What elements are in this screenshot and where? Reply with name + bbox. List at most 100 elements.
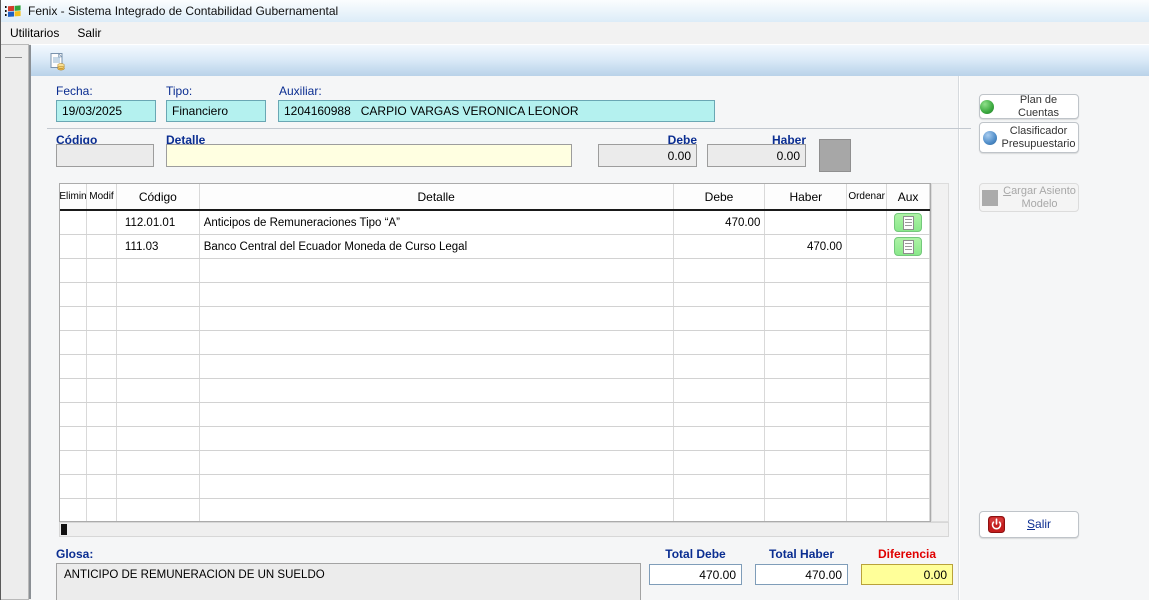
auxiliar-field[interactable]: 1204160988 CARPIO VARGAS VERONICA LEONOR [278,100,715,122]
table-row[interactable] [60,307,930,331]
cell-haber [765,475,847,498]
column-header-5: Haber [765,184,847,209]
document-icon [903,216,914,230]
cell-debe [674,355,766,378]
cell-codigo [117,283,200,306]
cell-modif [87,331,117,354]
table-row[interactable]: 112.01.01Anticipos de Remuneraciones Tip… [60,211,930,235]
column-header-4: Debe [674,184,766,209]
cell-codigo [117,499,200,522]
cell-detalle [200,307,674,330]
cell-elimin [60,211,87,234]
table-row[interactable] [60,331,930,355]
left-collapsed-panel[interactable] [1,44,29,600]
cell-detalle [200,403,674,426]
cell-modif [87,499,117,522]
gray-square-icon [982,190,998,206]
cell-haber [765,211,847,234]
table-row[interactable] [60,499,930,522]
salir-button[interactable]: Salir [979,511,1079,538]
cell-elimin [60,283,87,306]
cell-elimin [60,451,87,474]
toolbar [31,44,1149,76]
table-row[interactable] [60,379,930,403]
table-vertical-scrollbar[interactable] [931,183,949,522]
blue-sphere-icon [983,131,997,145]
app-logo-icon [5,4,22,19]
cell-codigo [117,259,200,282]
cell-debe [674,427,766,450]
table-row[interactable] [60,403,930,427]
cell-detalle [200,427,674,450]
menu-salir[interactable]: Salir [68,23,110,43]
tipo-field[interactable]: Financiero [166,100,266,122]
table-row[interactable]: 111.03Banco Central del Ecuador Moneda d… [60,235,930,259]
cell-detalle [200,259,674,282]
cell-haber [765,451,847,474]
power-icon [988,516,1005,533]
scrollbar-thumb[interactable] [61,524,67,535]
cell-codigo: 112.01.01 [117,211,200,234]
cell-aux [887,355,930,378]
table-row[interactable] [60,283,930,307]
cell-modif [87,259,117,282]
window-title: Fenix - Sistema Integrado de Contabilida… [28,4,338,18]
cell-ordenar [847,307,887,330]
cell-modif [87,451,117,474]
aux-button[interactable] [894,237,922,256]
debe-input[interactable]: 0.00 [598,144,697,167]
plan-de-cuentas-button[interactable]: Plan de Cuentas [979,94,1079,119]
cell-ordenar [847,475,887,498]
detalle-input[interactable] [166,144,572,167]
table-row[interactable] [60,259,930,283]
cell-aux [887,499,930,522]
cell-ordenar [847,235,887,258]
total-haber-field: 470.00 [755,564,848,585]
cell-ordenar [847,211,887,234]
cell-modif [87,427,117,450]
fecha-field[interactable]: 19/03/2025 [56,100,156,122]
cell-aux [887,283,930,306]
glosa-textarea[interactable]: ANTICIPO DE REMUNERACION DE UN SUELDO [56,563,641,600]
table-row[interactable] [60,355,930,379]
table-row[interactable] [60,427,930,451]
cell-aux [887,259,930,282]
new-entry-button[interactable] [45,49,71,74]
codigo-input[interactable] [56,144,154,167]
aux-button[interactable] [894,213,922,232]
table-horizontal-scrollbar[interactable] [59,522,949,537]
splitter-handle[interactable] [5,57,22,58]
haber-input[interactable]: 0.00 [707,144,806,167]
cell-aux [887,211,930,234]
total-haber-label: Total Haber [755,547,848,561]
cell-codigo [117,475,200,498]
cell-haber [765,427,847,450]
cell-haber [765,331,847,354]
cell-elimin [60,355,87,378]
cell-debe [674,379,766,402]
clasificador-presupuestario-button[interactable]: ClasificadorPresupuestario [979,122,1079,153]
cell-elimin [60,379,87,402]
cell-elimin [60,427,87,450]
cell-detalle: Anticipos de Remuneraciones Tipo “A” [200,211,674,234]
document-icon [903,240,914,254]
glosa-label: Glosa: [56,547,93,561]
cargar-asiento-modelo-button[interactable]: Cargar AsientoModelo [979,183,1079,212]
menu-utilitarios[interactable]: Utilitarios [1,23,68,43]
table-row[interactable] [60,475,930,499]
cell-elimin [60,403,87,426]
cell-debe [674,307,766,330]
tipo-label: Tipo: [166,84,192,98]
cell-haber [765,499,847,522]
add-entry-button[interactable] [819,139,851,172]
cell-debe [674,235,766,258]
cell-ordenar [847,283,887,306]
column-header-3: Detalle [200,184,674,209]
cell-elimin [60,307,87,330]
table-row[interactable] [60,451,930,475]
column-header-7: Aux [887,184,930,209]
content-area: Fecha: Tipo: Auxiliar: 19/03/2025 Financ… [31,76,1149,600]
cell-detalle [200,331,674,354]
cell-debe [674,475,766,498]
auxiliar-label: Auxiliar: [279,84,322,98]
